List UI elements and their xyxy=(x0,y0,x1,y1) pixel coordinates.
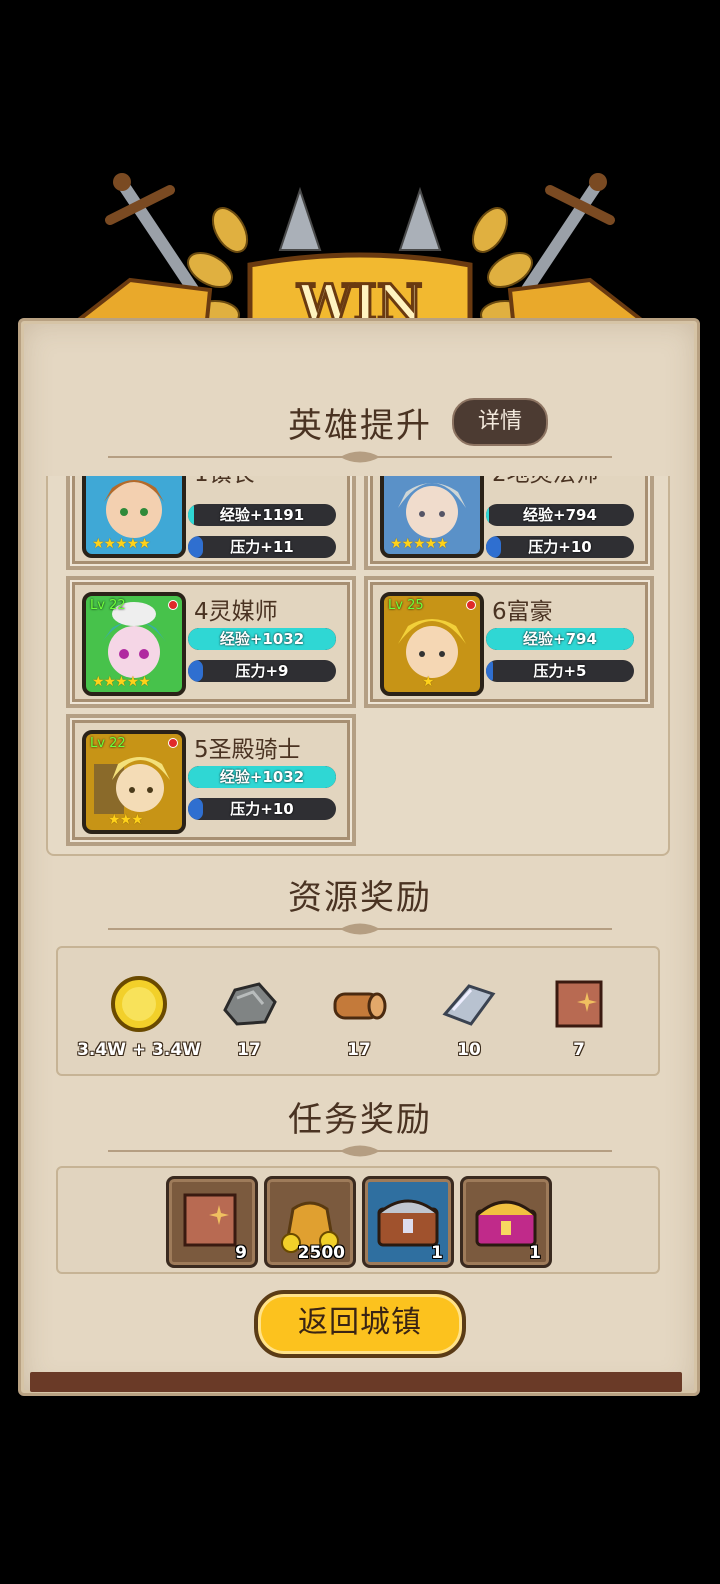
pressure-gain: 压力+10 xyxy=(528,538,592,556)
task-reward-gold[interactable]: 2500 xyxy=(264,1176,356,1268)
reward-gold[interactable]: 3.4W + 3.4W xyxy=(77,974,201,1060)
hero-name: 4灵媒师 xyxy=(194,599,278,625)
notification-dot xyxy=(466,600,476,610)
pressure-gain: 压力+10 xyxy=(230,800,294,818)
star-rating: ★★★★★ xyxy=(92,536,151,552)
reward-leather[interactable]: 7 xyxy=(524,974,634,1060)
exp-gain: 经验+1032 xyxy=(219,630,305,648)
reward-count: 1 xyxy=(431,1243,443,1263)
iron-ingot-icon xyxy=(439,974,499,1034)
star-rating: ★★★★★ xyxy=(92,674,151,690)
task-rewards: 9 2500 1 1 xyxy=(56,1166,660,1274)
hero-list[interactable]: ★★★★★ 1镇长 经验+1191 压力+11 ★★★★★ 2地灵法师 经验+7… xyxy=(46,476,670,856)
notification-dot xyxy=(168,600,178,610)
exp-gain: 经验+1191 xyxy=(219,506,305,524)
hero-name: 5圣殿骑士 xyxy=(194,737,301,763)
star-rating: ★ xyxy=(422,674,435,690)
hero-portrait: Lv 22 ★★★★★ xyxy=(82,592,186,696)
stone-ore-icon xyxy=(219,974,279,1034)
exp-bar: 经验+1032 xyxy=(188,628,336,650)
task-section-title: 任务奖励 xyxy=(288,1100,432,1140)
exp-gain: 经验+794 xyxy=(523,506,597,524)
reward-stone[interactable]: 17 xyxy=(194,974,304,1060)
reward-wood[interactable]: 17 xyxy=(304,974,414,1060)
pressure-gain: 压力+9 xyxy=(235,662,289,680)
hero-name: 6富豪 xyxy=(492,599,553,625)
hero-portrait: ★★★★★ xyxy=(82,476,186,558)
resource-rewards: 3.4W + 3.4W 17 17 10 7 xyxy=(56,946,660,1076)
pressure-bar: 压力+10 xyxy=(188,798,336,820)
star-rating: ★★★★★ xyxy=(390,536,449,552)
exp-bar: 经验+794 xyxy=(486,628,634,650)
hero-level: Lv 25 xyxy=(388,598,424,613)
panel-edge xyxy=(30,1372,682,1392)
exp-gain: 经验+794 xyxy=(523,630,597,648)
hero-level: Lv 22 xyxy=(90,598,126,613)
pressure-bar: 压力+10 xyxy=(486,536,634,558)
task-reward-chest[interactable]: 1 xyxy=(460,1176,552,1268)
exp-bar: 经验+794 xyxy=(486,504,634,526)
hero-section-title: 英雄提升 xyxy=(288,406,432,446)
hero-name: 1镇长 xyxy=(194,476,255,488)
pressure-bar: 压力+11 xyxy=(188,536,336,558)
reward-iron[interactable]: 10 xyxy=(414,974,524,1060)
notification-dot xyxy=(168,738,178,748)
reward-count: 1 xyxy=(529,1243,541,1263)
reward-amount: 7 xyxy=(573,1040,585,1060)
wood-log-icon xyxy=(329,974,389,1034)
title-divider xyxy=(108,451,612,463)
detail-button[interactable]: 详情 xyxy=(452,398,548,446)
hero-card[interactable]: ★★★★★ 2地灵法师 经验+794 压力+10 xyxy=(364,476,654,570)
exp-bar: 经验+1032 xyxy=(188,766,336,788)
task-reward-leather[interactable]: 9 xyxy=(166,1176,258,1268)
return-town-button[interactable]: 返回城镇 xyxy=(254,1290,466,1358)
reward-count: 9 xyxy=(235,1243,247,1263)
star-rating: ★★★ xyxy=(108,812,144,828)
title-divider xyxy=(108,923,612,935)
hero-level: Lv 22 xyxy=(90,736,126,751)
hero-card[interactable]: ★★★★★ 1镇长 经验+1191 压力+11 xyxy=(66,476,356,570)
hero-card[interactable]: Lv 25 ★ 6富豪 经验+794 压力+5 xyxy=(364,576,654,708)
resource-section-title: 资源奖励 xyxy=(288,878,432,918)
hero-card[interactable]: Lv 22 ★★★ 5圣殿骑士 经验+1032 压力+10 xyxy=(66,714,356,846)
hero-name: 2地灵法师 xyxy=(492,476,599,488)
pressure-gain: 压力+11 xyxy=(230,538,294,556)
hero-portrait: Lv 25 ★ xyxy=(380,592,484,696)
hero-card[interactable]: Lv 22 ★★★★★ 4灵媒师 经验+1032 压力+9 xyxy=(66,576,356,708)
title-divider xyxy=(108,1145,612,1157)
pressure-bar: 压力+5 xyxy=(486,660,634,682)
hero-portrait: Lv 22 ★★★ xyxy=(82,730,186,834)
exp-bar: 经验+1191 xyxy=(188,504,336,526)
reward-count: 2500 xyxy=(297,1243,345,1263)
task-reward-chest[interactable]: 1 xyxy=(362,1176,454,1268)
pressure-gain: 压力+5 xyxy=(533,662,587,680)
hero-portrait: ★★★★★ xyxy=(380,476,484,558)
gold-coin-icon xyxy=(109,974,169,1034)
exp-gain: 经验+1032 xyxy=(219,768,305,786)
pressure-bar: 压力+9 xyxy=(188,660,336,682)
leather-icon xyxy=(549,974,609,1034)
